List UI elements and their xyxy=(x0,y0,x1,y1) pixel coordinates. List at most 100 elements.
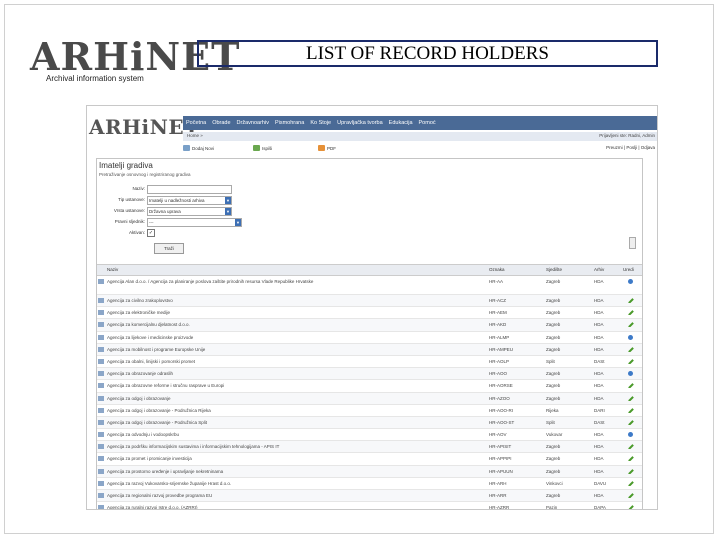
edit-pencil-icon[interactable] xyxy=(628,468,636,474)
col-oznaka[interactable]: Oznaka xyxy=(489,267,505,272)
cell-name[interactable]: Agencija Alan d.o.o. / Agencija za plani… xyxy=(107,279,477,284)
chevron-down-icon: ▼ xyxy=(225,208,231,215)
cell-sjediste: Zagreb xyxy=(546,346,561,352)
edit-pencil-icon[interactable] xyxy=(628,310,636,316)
cell-name[interactable]: Agencija za elektroničke medije xyxy=(107,310,477,315)
table-body: Agencija Alan d.o.o. / Agencija za plani… xyxy=(97,276,642,509)
col-name[interactable]: Naziv xyxy=(107,267,118,272)
cell-oznaka: HR-AOO xyxy=(489,371,507,377)
nav-item-drzavnoarhiv[interactable]: Državnoarhiv xyxy=(237,120,269,126)
table-row[interactable]: Agencija za obrazovne reforme i stručnu … xyxy=(97,380,642,393)
nav-item-obrade[interactable]: Obrade xyxy=(212,120,230,126)
edit-pencil-icon[interactable] xyxy=(628,505,636,509)
table-row[interactable]: Agencija za obalni, linijski i pomorski … xyxy=(97,356,642,369)
cell-oznaka: HR-ARR xyxy=(489,493,507,498)
table-row[interactable]: Agencija za promet i promicanje investic… xyxy=(97,453,642,466)
cell-name[interactable]: Agencija za ruralni razvoj Istre d.o.o. … xyxy=(107,505,477,509)
new-button[interactable]: Dodaj Novi xyxy=(183,145,214,151)
edit-pencil-icon[interactable] xyxy=(628,359,636,364)
export-button[interactable]: PDF xyxy=(318,145,336,151)
cell-oznaka: HR-AMPEU xyxy=(489,346,514,352)
edit-pencil-icon[interactable] xyxy=(628,493,636,498)
globe-icon[interactable] xyxy=(628,334,636,340)
globe-icon[interactable] xyxy=(628,432,636,438)
cell-arhiv: HDA xyxy=(594,298,604,303)
print-button[interactable]: Ispiši xyxy=(253,145,272,151)
edit-pencil-icon[interactable] xyxy=(628,298,636,303)
nav-item-edukacija[interactable]: Edukacija xyxy=(389,120,413,126)
table-row[interactable]: Agencija za elektroničke medije HR-AEM Zag… xyxy=(97,307,642,320)
table-row[interactable]: Agencija za mobilnost i programe Europsk… xyxy=(97,343,642,356)
cell-name[interactable]: Agencija za odgoj i obrazovanje - Podruž… xyxy=(107,408,477,413)
cell-name[interactable]: Agencija za razvoj Vukovarsko-srijemske … xyxy=(107,481,477,486)
cell-sjediste: Zagreb xyxy=(546,279,561,284)
edit-pencil-icon[interactable] xyxy=(628,322,636,328)
table-row[interactable]: Agencija za odgoj i obrazovanje - Podruž… xyxy=(97,416,642,430)
cell-name[interactable]: Agencija za odgoj i obrazovanje - Podruž… xyxy=(107,420,477,425)
table-row[interactable]: Agencija za obrazovanje odraslih HR-AOO Za… xyxy=(97,368,642,381)
cell-name[interactable]: Agencija za obalni, linijski i pomorski … xyxy=(107,359,477,364)
table-row[interactable]: Agencija Alan d.o.o. / Agencija za plani… xyxy=(97,276,642,295)
cell-name[interactable]: Agencija za lijekove i medicinske proizv… xyxy=(107,335,477,340)
name-row: Naziv: xyxy=(97,185,297,195)
table-row[interactable]: Agencija za civilno zrakoplovstvo HR-ACZ Z… xyxy=(97,295,642,308)
table-row[interactable]: Agencija za podršku informacijskim susta… xyxy=(97,441,642,454)
cell-name[interactable]: Agencija za obrazovne reforme i stručnu … xyxy=(107,383,477,388)
cell-name[interactable]: Agencija za promet i promicanje investic… xyxy=(107,456,477,461)
nav-item-pismohrana[interactable]: Pismohrana xyxy=(275,120,304,126)
cell-name[interactable]: Agencija za odgoj i obrazovanje xyxy=(107,396,477,401)
table-row[interactable]: Agencija za odgoj i obrazovanje - Podruž… xyxy=(97,405,642,417)
col-arhiv[interactable]: Arhiv xyxy=(594,267,604,272)
archive-label: Pravni sljednik: xyxy=(114,219,145,224)
nav-item-upravljacka[interactable]: Upravljačka tvorba xyxy=(337,120,383,126)
status-select[interactable]: Državna uprava ▼ xyxy=(147,207,232,216)
breadcrumb[interactable]: Home » xyxy=(187,133,203,138)
cell-name[interactable]: Agencija za podršku informacijskim susta… xyxy=(107,444,477,449)
table-row[interactable]: Agencija za komercijalnu djelatnost d.o.… xyxy=(97,319,642,332)
edit-pencil-icon[interactable] xyxy=(628,407,636,413)
table-row[interactable]: Agencija za ruralni razvoj Istre d.o.o. … xyxy=(97,502,642,509)
edit-pencil-icon[interactable] xyxy=(628,456,636,462)
edit-pencil-icon[interactable] xyxy=(628,346,636,352)
toolbar: Dodaj Novi Ispiši PDF Preuzmi | Poslji |… xyxy=(183,143,657,154)
document-icon xyxy=(98,383,104,389)
cell-name[interactable]: Agencija za odvodnju i vodoopskrbu xyxy=(107,432,477,437)
document-icon xyxy=(98,468,104,474)
right-tools[interactable]: Preuzmi | Poslji | Odjava xyxy=(606,145,655,150)
app-screenshot: ARHiNET Početna Obrade Državnoarhiv Pism… xyxy=(86,105,658,510)
globe-icon[interactable] xyxy=(628,279,636,284)
cell-sjediste: Vukovar xyxy=(546,432,563,438)
col-sjediste[interactable]: Sjedište xyxy=(546,267,562,272)
cell-sjediste: Zagreb xyxy=(546,493,561,498)
cell-name[interactable]: Agencija za regionalni razvoj provedbe p… xyxy=(107,493,477,498)
active-checkbox[interactable]: ✓ xyxy=(147,229,155,237)
edit-pencil-icon[interactable] xyxy=(628,395,636,401)
edit-pencil-icon[interactable] xyxy=(628,383,636,389)
edit-pencil-icon[interactable] xyxy=(628,444,636,450)
globe-icon[interactable] xyxy=(628,371,636,377)
nav-item-pomoc[interactable]: Pomoć xyxy=(419,120,436,126)
document-icon xyxy=(98,419,104,425)
cell-name[interactable]: Agencija za komercijalnu djelatnost d.o.… xyxy=(107,322,477,327)
nav-item-pocetna[interactable]: Početna xyxy=(186,120,206,126)
table-row[interactable]: Agencija za odgoj i obrazovanje HR-AZOO Za… xyxy=(97,392,642,405)
search-button[interactable]: Traži xyxy=(154,243,184,254)
table-row[interactable]: Agencija za odvodnju i vodoopskrbu HR-AOV… xyxy=(97,429,642,442)
edit-pencil-icon[interactable] xyxy=(628,420,636,425)
table-row[interactable]: Agencija za lijekove i medicinske proizv… xyxy=(97,332,642,344)
edit-pencil-icon[interactable] xyxy=(628,480,636,486)
table-row[interactable]: Agencija za regionalni razvoj provedbe p… xyxy=(97,490,642,503)
cell-sjediste: Zagreb xyxy=(546,310,561,316)
nav-item-ko-stoje[interactable]: Ko Stoje xyxy=(310,120,331,126)
table-row[interactable]: Agencija za razvoj Vukovarsko-srijemske … xyxy=(97,478,642,490)
cell-name[interactable]: Agencija za civilno zrakoplovstvo xyxy=(107,298,477,303)
scrollbar[interactable] xyxy=(629,237,636,249)
table-row[interactable]: Agencija za prostorno uređenje i upravlj… xyxy=(97,465,642,478)
archive-select[interactable]: --- ▼ xyxy=(147,218,242,227)
name-input[interactable] xyxy=(147,185,232,194)
type-select[interactable]: Imatelji u nadležnosti arhiva ▼ xyxy=(147,196,232,205)
document-icon xyxy=(98,407,104,413)
cell-name[interactable]: Agencija za mobilnost i programe Europsk… xyxy=(107,347,477,352)
cell-name[interactable]: Agencija za prostorno uređenje i upravlj… xyxy=(107,469,477,474)
cell-name[interactable]: Agencija za obrazovanje odraslih xyxy=(107,371,477,376)
